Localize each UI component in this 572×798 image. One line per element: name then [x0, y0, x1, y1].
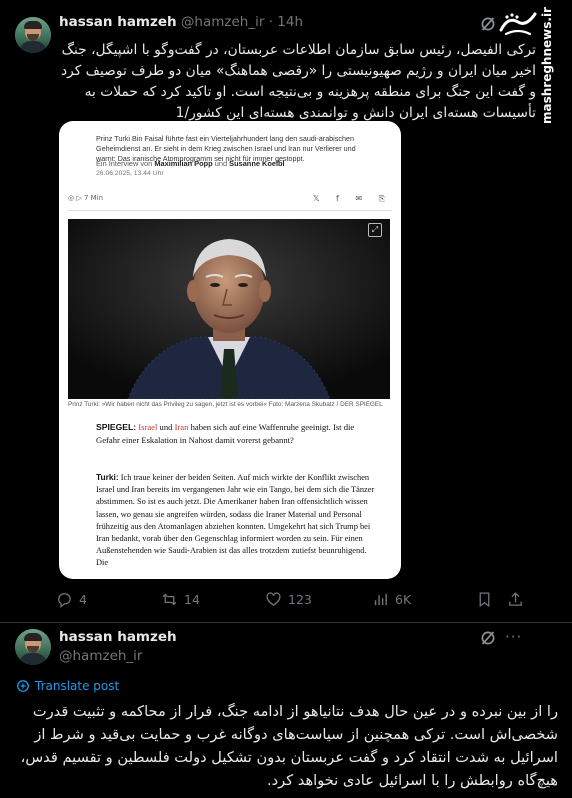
- headphones-icon: ◎: [68, 194, 75, 202]
- question-iran: Iran: [174, 422, 189, 432]
- play-icon: ▷: [76, 194, 82, 202]
- bookmark-icon: [479, 591, 490, 607]
- author-name[interactable]: hassan hamzeh: [59, 14, 177, 30]
- byline-prefix: Ein Interview von: [96, 159, 153, 168]
- more-icon[interactable]: ···: [505, 628, 522, 646]
- author-handle[interactable]: @hamzeh_ir: [181, 14, 264, 30]
- tweet-text: ترکی الفیصل، رئیس سابق سازمان اطلاعات عر…: [60, 42, 536, 121]
- tweet-text: را از بین نبرده و در عین حال هدف نتانیاه…: [20, 703, 558, 789]
- views-icon: [374, 593, 387, 605]
- views-count: 6K: [395, 591, 412, 607]
- reply-button[interactable]: 4: [56, 588, 87, 610]
- byline-and: und: [214, 159, 228, 168]
- avatar[interactable]: [15, 17, 51, 53]
- listen-duration: 7 Min: [83, 194, 104, 202]
- article-date: 26.06.2025, 13.44 Uhr: [96, 170, 164, 177]
- byline-author-b: Susanne Koelbl: [229, 159, 285, 168]
- portrait-illustration: [68, 219, 390, 399]
- translate-label: Translate post: [35, 679, 120, 693]
- question-israel: Israel: [138, 422, 158, 432]
- watermark-url: mashreghnews.ir: [540, 7, 554, 124]
- media-image[interactable]: Prinz Turki Bin Faisal führte fast ein V…: [59, 121, 401, 579]
- tweet-header: hassan hamzeh @hamzeh_ir · 14h: [59, 14, 303, 30]
- author-handle[interactable]: @hamzeh_ir: [59, 648, 142, 664]
- article-question: SPIEGEL: Israel und Iran haben sich auf …: [96, 421, 376, 446]
- tweet-divider: [0, 622, 572, 623]
- article-byline: Ein Interview von Maximilian Popp und Su…: [96, 159, 285, 168]
- article-toolbar: ◎ ▷ 7 Min 𝕏 f ✉ ⎘: [68, 194, 392, 208]
- reply-icon: [58, 592, 71, 608]
- bookmark-button[interactable]: [476, 588, 493, 610]
- avatar[interactable]: [15, 629, 51, 665]
- translate-post-link[interactable]: Translate post: [16, 679, 119, 693]
- separator: ·: [268, 14, 273, 30]
- tweet-1: hassan hamzeh @hamzeh_ir · 14h mashreghn…: [0, 0, 572, 622]
- answer-text: Ich traue keiner der beiden Seiten. Auf …: [96, 473, 375, 568]
- grok-icon[interactable]: [480, 16, 496, 32]
- expand-icon: ⤢: [368, 223, 382, 237]
- article-photo: ⤢: [68, 219, 390, 399]
- article-answer: Turki: Ich traue keiner der beiden Seite…: [96, 471, 376, 570]
- views-button[interactable]: 6K: [372, 588, 411, 610]
- photo-caption: Prinz Turki: »Wir haben nicht das Privil…: [68, 401, 383, 408]
- like-button[interactable]: 123: [265, 588, 312, 610]
- translate-icon: [17, 680, 29, 692]
- article-divider: [68, 210, 392, 211]
- like-count: 123: [288, 591, 312, 607]
- answer-label: Turki:: [96, 472, 119, 482]
- question-und: und: [159, 422, 173, 432]
- byline-author-a: Maximilian Popp: [154, 159, 213, 168]
- author-name[interactable]: hassan hamzeh: [59, 629, 177, 645]
- tweet-actions: 4 14 123 6K: [56, 588, 526, 610]
- question-label: SPIEGEL:: [96, 422, 137, 432]
- grok-icon[interactable]: [480, 630, 496, 646]
- listen-control: ◎ ▷ 7 Min: [68, 194, 103, 202]
- share-icons: 𝕏 f ✉ ⎘: [313, 194, 392, 203]
- share-icon: [509, 591, 522, 606]
- like-icon: [266, 591, 281, 606]
- repost-icon: [162, 593, 177, 605]
- reply-count: 4: [79, 591, 87, 607]
- repost-button[interactable]: 14: [161, 588, 200, 610]
- repost-count: 14: [184, 591, 200, 607]
- share-button[interactable]: [507, 588, 524, 610]
- mashregh-logo: [499, 12, 537, 36]
- timestamp[interactable]: 14h: [277, 14, 303, 30]
